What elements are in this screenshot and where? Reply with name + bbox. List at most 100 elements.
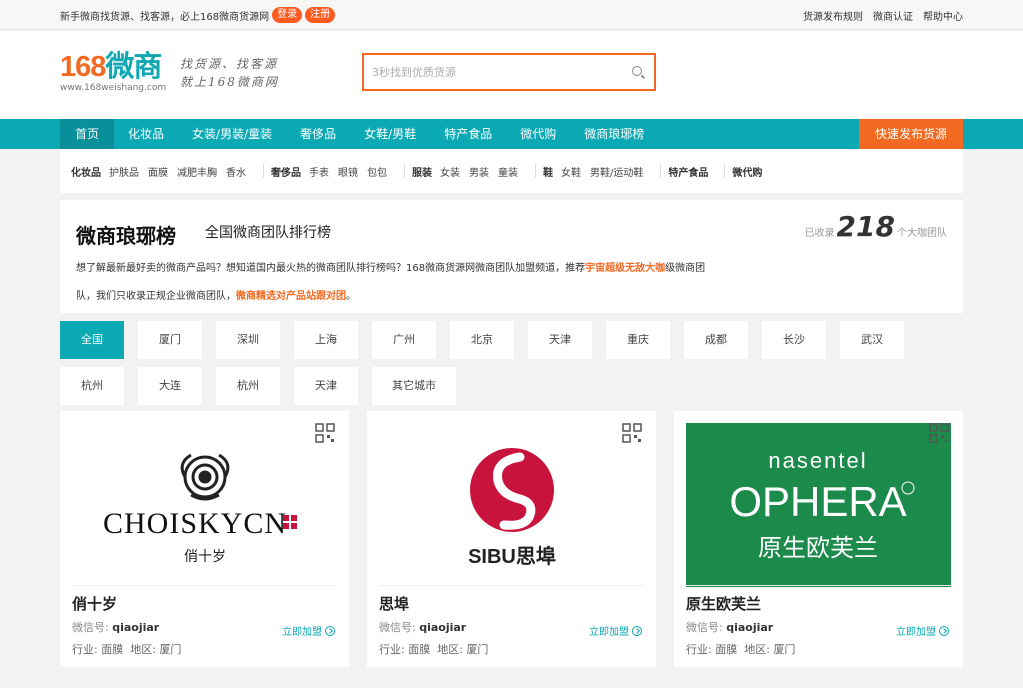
subcat-item[interactable]: 减肥丰胸	[177, 164, 217, 179]
page-title: 微商琅琊榜	[76, 224, 176, 248]
subcat-item[interactable]: 男装	[469, 164, 489, 179]
subcat-item[interactable]: 眼镜	[338, 164, 358, 179]
subcat-item[interactable]: 女鞋	[561, 164, 581, 179]
nav-item-luxury[interactable]: 奢侈品	[286, 119, 350, 149]
join-button[interactable]: 立即加盟	[282, 623, 335, 638]
qr-code-icon[interactable]	[315, 423, 335, 443]
qr-code-icon[interactable]	[929, 423, 949, 443]
nav-item-clothing[interactable]: 女装/男装/童装	[178, 119, 286, 149]
search-input[interactable]	[364, 55, 614, 89]
nav-item-food[interactable]: 特产食品	[430, 119, 506, 149]
city-tab[interactable]: 武汉	[840, 321, 904, 359]
link-help-center[interactable]: 帮助中心	[923, 8, 963, 23]
nav-item-ranking[interactable]: 微商琅琊榜	[570, 119, 658, 149]
ophera-logo-icon: nasentel OPHERA 原生欧芙兰	[729, 448, 915, 562]
team-card[interactable]: CHOISKYCN 俏十岁 俏十岁 微信号: qiaojiar 行业: 面膜 地…	[60, 411, 349, 667]
city-tab[interactable]: 重庆	[606, 321, 670, 359]
subcat-item[interactable]: 男鞋/运动鞋	[590, 164, 643, 179]
city-tab[interactable]: 上海	[294, 321, 358, 359]
city-tab[interactable]: 厦门	[138, 321, 202, 359]
subcat-head[interactable]: 鞋	[543, 164, 553, 179]
subcat-item[interactable]: 护肤品	[109, 164, 139, 179]
desc-text: 想了解最新最好卖的微商产品吗？想知道国内最火热的微商团队排行榜吗？168微商货源…	[76, 263, 586, 274]
arrow-right-icon	[939, 625, 949, 636]
industry-value: 面膜	[715, 643, 738, 656]
area-label: 地区:	[437, 643, 463, 656]
subcat-head[interactable]: 化妆品	[71, 164, 101, 179]
count-value: 218	[836, 210, 895, 243]
login-button[interactable]: 登录	[272, 7, 303, 23]
city-tab[interactable]: 成都	[684, 321, 748, 359]
subcat-head[interactable]: 特产食品	[668, 164, 708, 179]
area-label: 地区:	[130, 643, 156, 656]
industry-label: 行业:	[72, 643, 98, 656]
welcome-text: 新手微商找货源、找客源，必上168微商货源网	[60, 11, 270, 23]
logo-url: www.168weishang.com	[60, 83, 167, 93]
search-icon[interactable]	[632, 66, 642, 76]
subcat-item[interactable]: 包包	[367, 164, 387, 179]
register-button[interactable]: 注册	[305, 7, 336, 23]
page-subtitle: 全国微商团队排行榜	[205, 225, 331, 241]
subcat-item[interactable]: 面膜	[148, 164, 168, 179]
industry-label: 行业:	[686, 643, 712, 656]
team-card[interactable]: nasentel OPHERA 原生欧芙兰 原生欧芙兰 微信号: qiaojia…	[674, 411, 963, 667]
city-tab[interactable]: 广州	[372, 321, 436, 359]
industry-value: 面膜	[408, 643, 431, 656]
city-tab[interactable]: 天津	[528, 321, 592, 359]
team-name[interactable]: 俏十岁	[72, 593, 117, 614]
join-button[interactable]: 立即加盟	[896, 623, 949, 638]
main-nav: 首页 化妆品 女装/男装/童装 奢侈品 女鞋/男鞋 特产食品 微代购 微商琅琊榜…	[0, 119, 1023, 149]
city-tab[interactable]: 杭州	[60, 367, 124, 405]
city-tab[interactable]: 大连	[138, 367, 202, 405]
card-divider	[72, 585, 337, 586]
logo-chinese: 微商	[105, 51, 162, 83]
search-box	[362, 53, 656, 91]
join-label: 立即加盟	[896, 627, 936, 638]
link-certification[interactable]: 微商认证	[873, 8, 913, 23]
nav-item-daigou[interactable]: 微代购	[506, 119, 570, 149]
intro-panel: 微商琅琊榜 全国微商团队排行榜 已收录 218 个大咖团队 想了解最新最好卖的微…	[60, 200, 963, 313]
subcat-group-luxury: 奢侈品 手表 眼镜 包包	[271, 164, 405, 179]
publish-button[interactable]: 快速发布货源	[858, 119, 963, 149]
city-tab[interactable]: 北京	[450, 321, 514, 359]
team-name[interactable]: 思埠	[379, 593, 409, 614]
nav-item-home[interactable]: 首页	[60, 119, 115, 149]
subcat-item[interactable]: 女装	[440, 164, 460, 179]
join-label: 立即加盟	[589, 627, 629, 638]
city-tab[interactable]: 杭州	[216, 367, 280, 405]
subcat-group-clothing: 服装 女装 男装 童装	[412, 164, 536, 179]
join-button[interactable]: 立即加盟	[589, 623, 642, 638]
brand-subtext: 原生欧芙兰	[758, 534, 878, 562]
nav-item-cosmetics[interactable]: 化妆品	[114, 119, 178, 149]
city-tab[interactable]: 深圳	[216, 321, 280, 359]
site-logo[interactable]: 168微商 www.168weishang.com	[60, 51, 180, 101]
intro-description: 想了解最新最好卖的微商产品吗？想知道国内最火热的微商团队排行榜吗？168微商货源…	[76, 255, 716, 311]
city-tab[interactable]: 天津	[294, 367, 358, 405]
desc-highlight: 宇宙超级无敌大咖	[585, 263, 666, 274]
area-value: 厦门	[773, 643, 796, 656]
top-bar: 新手微商找货源、找客源，必上168微商货源网 登录 注册 货源发布规则 微商认证…	[0, 0, 1023, 30]
team-count: 已收录 218 个大咖团队	[805, 210, 947, 243]
city-tab-other[interactable]: 其它城市	[372, 367, 456, 405]
subcat-head[interactable]: 微代购	[732, 164, 762, 179]
subcat-group-daigou: 微代购	[732, 164, 778, 179]
subcat-head[interactable]: 奢侈品	[271, 164, 301, 179]
link-publish-rules[interactable]: 货源发布规则	[803, 8, 863, 23]
nav-item-shoes[interactable]: 女鞋/男鞋	[350, 119, 430, 149]
subcat-head[interactable]: 服装	[412, 164, 432, 179]
subcat-group-shoes: 鞋 女鞋 男鞋/运动鞋	[543, 164, 662, 179]
subcat-item[interactable]: 童装	[498, 164, 518, 179]
team-meta: 行业: 面膜 地区: 厦门	[379, 641, 488, 657]
brand-logo: nasentel OPHERA 原生欧芙兰	[686, 423, 951, 587]
team-card[interactable]: SIBU思埠 思埠 微信号: qiaojiar 行业: 面膜 地区: 厦门 立即…	[367, 411, 656, 667]
city-tab[interactable]: 长沙	[762, 321, 826, 359]
count-suffix: 个大咖团队	[897, 228, 947, 239]
qr-code-icon[interactable]	[622, 423, 642, 443]
wechat-value: qiaojiar	[112, 621, 160, 634]
team-name[interactable]: 原生欧芙兰	[686, 593, 761, 614]
subcat-item[interactable]: 手表	[309, 164, 329, 179]
brand-wordmark: SIBU思埠	[468, 544, 556, 568]
subcat-item[interactable]: 香水	[226, 164, 246, 179]
wechat-id: 微信号: qiaojiar	[72, 619, 159, 635]
city-tab-all[interactable]: 全国	[60, 321, 124, 359]
